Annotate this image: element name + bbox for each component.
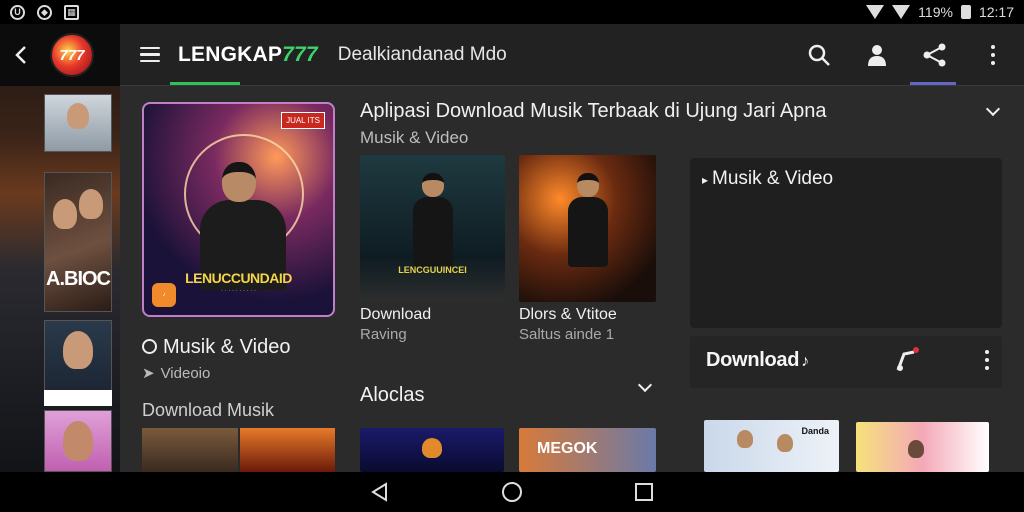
status-left: U ◆ ▦: [10, 4, 79, 20]
top-app-bar: LENGKAP777 Dealkiandanad Mdo: [120, 24, 1024, 86]
artist-image: [907, 440, 924, 458]
app-subtitle: Dealkiandanad Mdo: [337, 43, 507, 65]
play-circle-icon: [142, 339, 157, 354]
nav-back-button[interactable]: [369, 481, 391, 503]
status-right: 119% 12:17: [866, 4, 1014, 20]
rail-header: 777: [0, 24, 120, 86]
main-app: LENGKAP777 Dealkiandanad Mdo JUAL ITS LE…: [120, 24, 1024, 472]
featured-sublabel: ➤ Videoio: [142, 365, 211, 382]
menu-icon[interactable]: [140, 46, 160, 63]
thumb-portrait: [63, 331, 93, 369]
preview-label: ▸ Musik & Video: [702, 168, 834, 189]
thumb-portrait: [52, 199, 77, 229]
section-title: Aplipasi Download Musik Terbaak di Ujung…: [360, 100, 827, 122]
more-vert-icon: [990, 45, 996, 65]
share-indicator: [910, 82, 956, 85]
card-tag: Danda: [801, 426, 829, 436]
active-tab-indicator: [170, 82, 240, 85]
brand-text: LENGKAP: [178, 42, 283, 66]
status-bar: U ◆ ▦ 119% 12:17: [0, 0, 1024, 24]
artist-image: [422, 438, 442, 458]
thumb-portrait: [67, 103, 89, 129]
section-subtitle: Musik & Video: [360, 128, 469, 147]
rail-thumb-tag: [44, 390, 112, 406]
media-card-5[interactable]: Danda: [704, 420, 839, 472]
nav-home-button[interactable]: [501, 481, 523, 503]
featured-label[interactable]: Musik & Video: [142, 336, 290, 359]
chevron-down-icon[interactable]: [637, 377, 653, 393]
triangle-back-icon: [371, 482, 387, 502]
shield-icon: ◆: [37, 4, 52, 20]
rail-thumb-2[interactable]: [44, 172, 112, 312]
circle-home-icon: [502, 482, 522, 502]
left-rail: 777 A.BIOC: [0, 24, 120, 472]
battery-icon: [960, 5, 971, 19]
artist-image: [412, 173, 453, 267]
media-card-2[interactable]: [519, 155, 656, 302]
brand-title[interactable]: LENGKAP777: [178, 43, 318, 67]
download-button[interactable]: Download ♪: [706, 349, 809, 372]
search-icon: [808, 44, 830, 66]
media-card-4[interactable]: MEGOK: [519, 428, 656, 472]
profile-button[interactable]: [864, 42, 890, 68]
strip-thumb[interactable]: [239, 428, 335, 472]
media-card-1[interactable]: LENCGUUINCEI: [360, 155, 505, 302]
featured-badge: JUAL ITS: [281, 112, 325, 129]
battery-percent: 119%: [918, 4, 953, 20]
card-subcaption: Saltus ainde 1: [519, 326, 615, 343]
featured-card[interactable]: JUAL ITS LENUCCUNDAID · · · · · · · · · …: [142, 102, 335, 317]
media-card-6[interactable]: [856, 422, 989, 472]
arrow-icon: ➤: [142, 365, 155, 382]
back-arrow-icon: [15, 46, 26, 64]
system-nav-bar: [0, 472, 1024, 512]
overflow-menu-button[interactable]: [980, 42, 1006, 68]
download-musik-strip[interactable]: [142, 428, 335, 472]
clock: 12:17: [978, 4, 1014, 20]
rail-thumb-caption: A.BIOC: [46, 268, 111, 290]
featured-artist-image: [200, 162, 290, 290]
nav-recents-button[interactable]: [633, 481, 655, 503]
preview-panel[interactable]: ▸ Musik & Video: [690, 158, 1002, 328]
app-logo[interactable]: 777: [50, 33, 94, 77]
artist-image: [567, 173, 608, 267]
play-icon: ▸: [702, 173, 709, 187]
share-icon: [923, 43, 946, 67]
back-button[interactable]: [10, 44, 32, 66]
download-musik-label: Download Musik: [142, 400, 275, 420]
card-art-text: MEGOK: [537, 440, 598, 457]
featured-logo: ♪: [152, 283, 176, 307]
card-caption[interactable]: Download: [360, 306, 431, 324]
card-caption[interactable]: Dlors & Vtitoe: [519, 306, 617, 324]
share-button[interactable]: [922, 42, 948, 68]
person-icon: [868, 45, 886, 66]
thumb-portrait: [79, 189, 104, 219]
card-subcaption: Raving: [360, 326, 407, 343]
signal-icon: [892, 5, 911, 19]
music-note-icon: ♪: [801, 353, 809, 370]
square-recents-icon: [635, 483, 653, 501]
chevron-down-icon[interactable]: [985, 101, 1001, 117]
wifi-icon: [866, 5, 885, 19]
top-actions: [806, 24, 1006, 86]
playlist-button[interactable]: [892, 346, 920, 374]
calendar-icon: ▦: [64, 4, 79, 20]
artist-image: [736, 430, 753, 448]
brand-number: 777: [282, 42, 318, 66]
u-badge-icon: U: [10, 4, 25, 20]
search-button[interactable]: [806, 42, 832, 68]
artist-image: [777, 434, 793, 452]
more-vert-icon[interactable]: [984, 350, 990, 370]
thumb-portrait: [63, 421, 93, 461]
rail-thumb-1[interactable]: [44, 94, 112, 152]
rail-thumb-4[interactable]: [44, 410, 112, 472]
music-add-icon: [896, 347, 919, 371]
strip-thumb[interactable]: [142, 428, 238, 472]
card-art-title: LENCGUUINCEI: [398, 265, 467, 275]
media-card-3[interactable]: [360, 428, 504, 472]
section2-label: Aloclas: [360, 384, 425, 406]
